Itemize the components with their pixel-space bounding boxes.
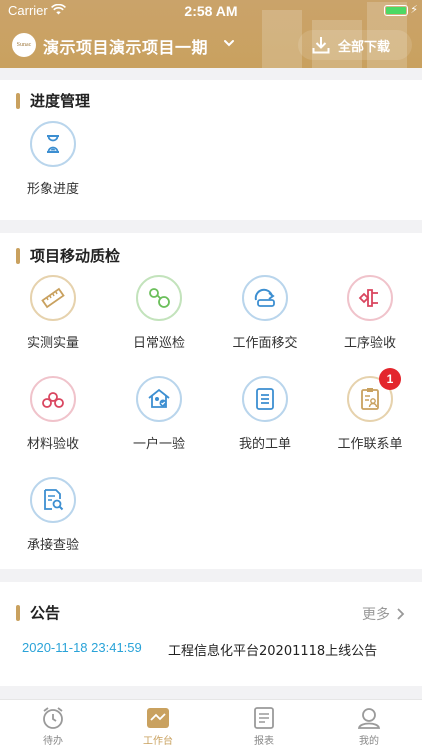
- section-title: 公告: [16, 602, 60, 623]
- tile-label: 工作面移交: [232, 336, 298, 351]
- house-check-icon: [136, 376, 182, 422]
- project-selector[interactable]: 演示项目演示项目一期: [43, 34, 208, 58]
- notice-time[interactable]: 2020-11-18 23:41:59: [22, 640, 142, 655]
- tile-image-progress[interactable]: 形象进度: [1, 121, 105, 197]
- contact-sheet-icon: 1: [347, 368, 401, 422]
- tile-daily-inspection[interactable]: 日常巡检: [107, 275, 211, 351]
- tile-label: 我的工单: [238, 437, 291, 452]
- tile-label: 形象进度: [26, 182, 79, 197]
- materials-icon: [30, 376, 76, 422]
- tile-my-work-orders[interactable]: 我的工单: [213, 376, 317, 452]
- tile-work-contact-sheet[interactable]: 1 工作联系单: [318, 368, 422, 452]
- ruler-icon: [30, 275, 76, 321]
- workbench-icon: [118, 704, 198, 732]
- alarm-clock-icon: [13, 704, 93, 732]
- notification-badge: 1: [379, 368, 401, 390]
- tab-bar: 待办 工作台 报表 我的: [0, 699, 422, 750]
- download-all-label: 全部下载: [338, 39, 391, 55]
- tile-material-acceptance[interactable]: 材料验收: [1, 376, 105, 452]
- more-label: 更多: [362, 607, 390, 623]
- tile-takeover-inspection[interactable]: 承接查验: [1, 477, 105, 553]
- tile-label: 工序验收: [343, 336, 396, 351]
- status-bar: Carrier 2:58 AM ⚡: [0, 0, 422, 22]
- charging-icon: ⚡: [410, 3, 418, 16]
- tab-todo[interactable]: 待办: [13, 704, 93, 747]
- tile-label: 实测实量: [26, 336, 79, 351]
- tile-label: 日常巡检: [132, 336, 185, 351]
- handover-icon: [242, 275, 288, 321]
- section-title: 进度管理: [16, 90, 90, 111]
- app-header: Carrier 2:58 AM ⚡ Sunac 演示项目演示项目一期 全部下载: [0, 0, 422, 68]
- document-search-icon: [30, 477, 76, 523]
- download-icon: [312, 37, 330, 54]
- work-order-icon: [242, 376, 288, 422]
- profile-icon: [329, 704, 409, 732]
- tab-label: 工作台: [143, 736, 173, 747]
- download-all-button[interactable]: 全部下载: [298, 30, 412, 60]
- tile-household-check[interactable]: 一户一验: [107, 376, 211, 452]
- process-icon: [347, 275, 393, 321]
- clock: 2:58 AM: [184, 3, 238, 19]
- chevron-right-icon: [397, 608, 405, 620]
- tab-profile[interactable]: 我的: [329, 704, 409, 747]
- progress-card: 进度管理 形象进度: [0, 80, 422, 220]
- chevron-down-icon[interactable]: [222, 36, 236, 50]
- inspection-icon: [136, 275, 182, 321]
- report-icon: [224, 704, 304, 732]
- tab-workbench[interactable]: 工作台: [118, 704, 198, 747]
- hourglass-icon: [30, 121, 76, 167]
- company-logo: Sunac: [12, 33, 36, 57]
- section-title: 项目移动质检: [16, 245, 120, 266]
- notice-title[interactable]: 工程信息化平台20201118上线公告: [168, 640, 377, 659]
- tile-label: 一户一验: [132, 437, 185, 452]
- tile-measurement[interactable]: 实测实量: [1, 275, 105, 351]
- tab-label: 报表: [254, 736, 274, 747]
- tile-label: 承接查验: [26, 538, 79, 553]
- tab-label: 我的: [359, 736, 379, 747]
- tile-label: 工作联系单: [337, 437, 403, 452]
- tile-process-acceptance[interactable]: 工序验收: [318, 275, 422, 351]
- quality-card: 项目移动质检 实测实量 日常巡检 工作面移交 工序验收 材料验收 一户一验 我的…: [0, 233, 422, 569]
- more-link[interactable]: 更多: [362, 604, 406, 624]
- tile-label: 材料验收: [26, 437, 79, 452]
- tile-workface-handover[interactable]: 工作面移交: [213, 275, 317, 351]
- tab-label: 待办: [43, 736, 63, 747]
- notice-card: 公告 更多 2020-11-18 23:41:59 工程信息化平台2020111…: [0, 582, 422, 686]
- battery-icon: [384, 5, 408, 16]
- tab-reports[interactable]: 报表: [224, 704, 304, 747]
